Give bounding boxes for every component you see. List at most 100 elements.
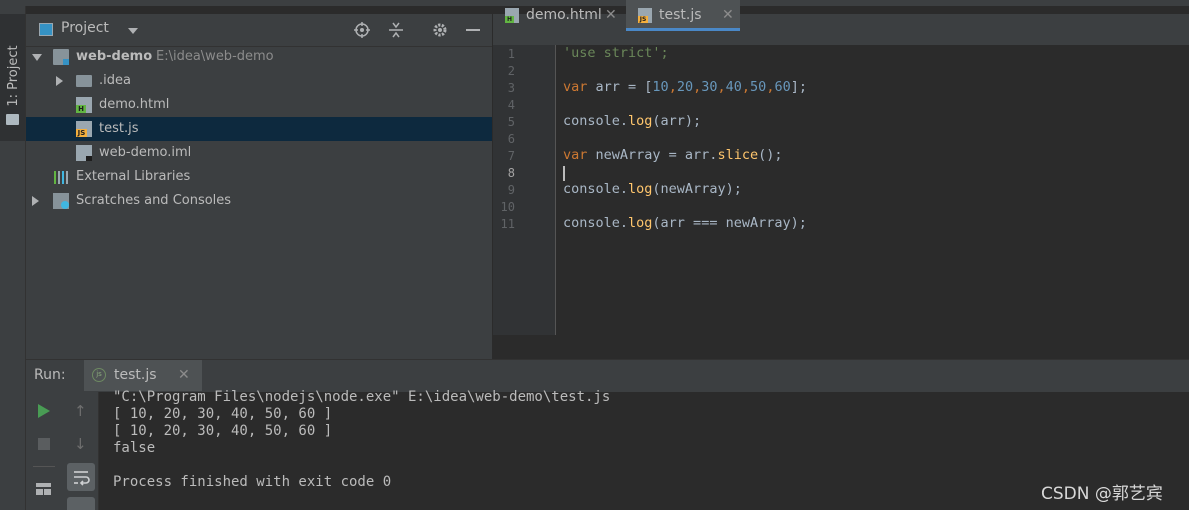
line-number: 9 bbox=[507, 183, 515, 197]
js-file-icon: JS bbox=[638, 8, 652, 23]
html-file-icon: H bbox=[76, 97, 92, 113]
tree-item-label: External Libraries bbox=[76, 169, 191, 184]
run-tab-label: test.js bbox=[114, 367, 157, 383]
number-literal: 40 bbox=[725, 79, 742, 95]
layout-icon[interactable] bbox=[36, 483, 51, 495]
tree-item-label: Scratches and Consoles bbox=[76, 193, 232, 208]
line-number: 3 bbox=[507, 81, 515, 95]
arrow-up-icon[interactable]: ↑ bbox=[74, 402, 87, 420]
console-line: Process finished with exit code 0 bbox=[113, 474, 392, 490]
editor-bottom-area bbox=[493, 335, 1189, 359]
code-line-7: var newArray = arr.slice(); bbox=[563, 147, 782, 163]
line-number: 7 bbox=[507, 149, 515, 163]
tree-row-scratches[interactable]: Scratches and Consoles bbox=[26, 189, 492, 213]
code-text: (arr); bbox=[652, 113, 702, 129]
line-number: 6 bbox=[507, 132, 515, 146]
console-line: "C:\Program Files\nodejs\node.exe" E:\id… bbox=[113, 389, 611, 405]
tree-row-test-js[interactable]: JS test.js bbox=[26, 117, 492, 141]
close-icon[interactable]: ✕ bbox=[722, 0, 734, 31]
library-icon bbox=[53, 169, 69, 185]
tree-item-label: .idea bbox=[99, 73, 131, 88]
function-name: log bbox=[628, 113, 653, 129]
tree-item-label: test.js bbox=[99, 121, 139, 136]
project-title[interactable]: Project bbox=[61, 20, 109, 36]
arrow-down-icon[interactable]: ↓ bbox=[74, 435, 87, 453]
console-line: false bbox=[113, 440, 156, 456]
function-name: slice bbox=[717, 147, 759, 163]
tab-demo-html[interactable]: H demo.html ✕ bbox=[493, 0, 623, 31]
rerun-icon[interactable] bbox=[38, 404, 50, 418]
locate-icon[interactable] bbox=[354, 22, 370, 38]
run-tab-test-js[interactable]: js test.js ✕ bbox=[84, 360, 202, 391]
run-label: Run: bbox=[34, 367, 66, 383]
code-line-1: 'use strict'; bbox=[563, 45, 669, 61]
tab-test-js[interactable]: JS test.js ✕ bbox=[626, 0, 740, 31]
project-tool-label: 1: Project bbox=[6, 45, 21, 107]
code-line-5: console.log(arr); bbox=[563, 113, 701, 129]
tree-row-external-libraries[interactable]: External Libraries bbox=[26, 165, 492, 189]
active-tab-underline bbox=[626, 28, 740, 31]
tree-row-web-demo[interactable]: web-demo E:\idea\web-demo bbox=[26, 45, 492, 69]
number-literal: 10 bbox=[652, 79, 669, 95]
iml-file-icon bbox=[76, 145, 92, 161]
line-number: 4 bbox=[507, 98, 515, 112]
folder-icon bbox=[76, 75, 92, 87]
collapse-all-icon[interactable] bbox=[388, 22, 404, 38]
number-literal: 20 bbox=[676, 79, 694, 95]
line-number: 10 bbox=[500, 200, 515, 214]
code-line-11: console.log(arr === newArray); bbox=[563, 215, 807, 231]
code-text: ]; bbox=[790, 79, 807, 95]
chevron-right-icon[interactable] bbox=[32, 196, 39, 206]
keyword-var: var bbox=[563, 147, 588, 163]
console-line: [ 10, 20, 30, 40, 50, 60 ] bbox=[113, 423, 333, 439]
tree-row-idea[interactable]: .idea bbox=[26, 69, 492, 93]
code-text: arr = [ bbox=[587, 79, 653, 95]
code-text: console. bbox=[563, 181, 629, 197]
number-literal: 60 bbox=[774, 79, 791, 95]
soft-wrap-icon[interactable] bbox=[67, 463, 95, 491]
chevron-down-icon[interactable] bbox=[32, 54, 42, 61]
tree-row-web-demo-iml[interactable]: web-demo.iml bbox=[26, 141, 492, 165]
gear-icon[interactable] bbox=[432, 22, 448, 38]
module-folder-icon bbox=[53, 49, 69, 65]
js-file-icon: JS bbox=[76, 121, 92, 137]
tab-label: test.js bbox=[659, 7, 702, 23]
number-literal: 50 bbox=[750, 79, 767, 95]
tree-row-demo-html[interactable]: H demo.html bbox=[26, 93, 492, 117]
line-number: 5 bbox=[507, 115, 515, 129]
html-file-icon: H bbox=[505, 8, 519, 23]
code-text: (newArray); bbox=[652, 181, 742, 197]
line-number: 8 bbox=[507, 166, 515, 180]
separator bbox=[33, 466, 55, 467]
number-literal: 30 bbox=[701, 79, 718, 95]
code-text: console. bbox=[563, 113, 629, 129]
tree-item-label: demo.html bbox=[99, 97, 170, 112]
folder-icon bbox=[6, 114, 19, 125]
code-text: console. bbox=[563, 215, 629, 231]
text-cursor bbox=[563, 166, 565, 181]
watermark: CSDN @郭艺宾 bbox=[1041, 484, 1163, 504]
stop-icon[interactable] bbox=[38, 438, 50, 450]
function-name: log bbox=[628, 215, 653, 231]
function-name: log bbox=[628, 181, 653, 197]
code-line-9: console.log(newArray); bbox=[563, 181, 742, 197]
project-view-icon bbox=[39, 23, 53, 36]
line-number: 11 bbox=[500, 217, 515, 231]
console-line: [ 10, 20, 30, 40, 50, 60 ] bbox=[113, 406, 333, 422]
code-line-3: var arr = [10,20,30,40,50,60]; bbox=[563, 79, 807, 95]
chevron-down-icon[interactable] bbox=[128, 28, 138, 34]
code-text: newArray = arr. bbox=[587, 147, 718, 163]
keyword-var: var bbox=[563, 79, 588, 95]
scratches-icon bbox=[53, 193, 69, 209]
code-text: (); bbox=[758, 147, 783, 163]
hide-panel-icon[interactable] bbox=[466, 29, 480, 31]
nodejs-icon: js bbox=[92, 368, 106, 382]
close-icon[interactable]: ✕ bbox=[605, 0, 617, 31]
tab-label: demo.html bbox=[526, 7, 602, 23]
code-text: (arr === newArray); bbox=[652, 215, 807, 231]
close-icon[interactable]: ✕ bbox=[178, 367, 190, 383]
line-number: 2 bbox=[507, 64, 515, 78]
project-root-name: web-demo bbox=[76, 49, 153, 64]
chevron-right-icon[interactable] bbox=[56, 76, 63, 86]
scroll-to-end-icon[interactable] bbox=[67, 497, 95, 510]
